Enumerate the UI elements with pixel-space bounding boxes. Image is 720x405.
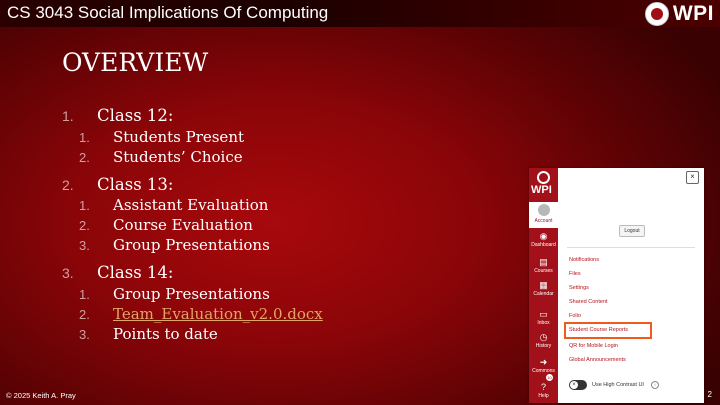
nav-history[interactable]: ◷ History bbox=[529, 332, 558, 350]
subitem-label: Students’ Choice bbox=[113, 148, 243, 166]
canvas-account-screenshot: WPI Account ◉ Dashboard ▤ Courses ▦ Cale… bbox=[529, 168, 704, 403]
subitem-number: 1. bbox=[79, 287, 90, 302]
subitem-number: 2. bbox=[79, 150, 90, 165]
nav-dashboard-label: Dashboard bbox=[531, 242, 556, 248]
subitem-number: 1. bbox=[79, 198, 90, 213]
seal-icon bbox=[644, 1, 669, 26]
menu-settings[interactable]: Settings bbox=[569, 285, 589, 291]
outline-number: 3. bbox=[62, 265, 74, 281]
nav-courses-label: Courses bbox=[534, 268, 553, 274]
nav-help[interactable]: ? Help bbox=[529, 382, 558, 400]
nav-account-label: Account bbox=[534, 218, 553, 224]
nav-calendar[interactable]: ▦ Calendar bbox=[529, 280, 558, 298]
calendar-icon: ▦ bbox=[539, 280, 548, 290]
help-badge: 10 bbox=[546, 374, 553, 381]
logout-button[interactable]: Logout bbox=[619, 225, 645, 237]
nav-inbox-label: Inbox bbox=[537, 320, 550, 326]
team-evaluation-link[interactable]: Team_Evaluation_v2.0.docx bbox=[113, 305, 323, 323]
menu-global-announcements[interactable]: Global Announcements bbox=[569, 357, 626, 363]
outline-label: Class 13: bbox=[97, 175, 174, 194]
header-bar: CS 3043 Social Implications Of Computing… bbox=[0, 0, 720, 27]
courses-icon: ▤ bbox=[539, 257, 548, 267]
menu-notifications[interactable]: Notifications bbox=[569, 257, 599, 263]
nav-calendar-label: Calendar bbox=[533, 291, 554, 297]
divider bbox=[567, 247, 695, 248]
seal-icon bbox=[537, 171, 550, 184]
outline-number: 2. bbox=[62, 177, 74, 193]
nav-account[interactable]: Account bbox=[529, 202, 558, 228]
inbox-icon: ▭ bbox=[539, 309, 548, 319]
outline-label: Class 12: bbox=[97, 106, 174, 125]
slide-title: OVERVIEW bbox=[62, 48, 209, 77]
highlight-box bbox=[564, 322, 652, 339]
subitem-label: Group Presentations bbox=[113, 236, 270, 254]
menu-files[interactable]: Files bbox=[569, 271, 581, 277]
menu-qr-mobile-login[interactable]: QR for Mobile Login bbox=[569, 343, 618, 349]
toggle-off-icon: × bbox=[570, 381, 578, 389]
dashboard-icon: ◉ bbox=[539, 231, 548, 241]
menu-shared-content[interactable]: Shared Content bbox=[569, 299, 608, 305]
page-number: 2 bbox=[707, 390, 712, 399]
nav-courses[interactable]: ▤ Courses bbox=[529, 257, 558, 275]
outline-number: 1. bbox=[62, 108, 74, 124]
avatar bbox=[537, 204, 550, 216]
canvas-global-nav: WPI Account ◉ Dashboard ▤ Courses ▦ Cale… bbox=[529, 168, 558, 403]
menu-folio[interactable]: Folio bbox=[569, 313, 581, 319]
subitem-number: 1. bbox=[79, 130, 90, 145]
subitem-label: Course Evaluation bbox=[113, 216, 253, 234]
subitem-label: Group Presentations bbox=[113, 285, 270, 303]
commons-icon: ➜ bbox=[539, 357, 548, 367]
course-title: CS 3043 Social Implications Of Computing bbox=[7, 3, 329, 22]
logo-text: WPI bbox=[672, 1, 714, 25]
nav-inbox[interactable]: ▭ Inbox bbox=[529, 309, 558, 327]
nav-history-label: History bbox=[535, 343, 552, 349]
close-button[interactable]: × bbox=[686, 171, 699, 184]
nav-commons[interactable]: ➜ Commons bbox=[529, 357, 558, 375]
copyright-text: © 2025 Keith A. Pray bbox=[6, 391, 76, 400]
nav-help-label: Help bbox=[538, 393, 549, 399]
history-icon: ◷ bbox=[539, 332, 548, 342]
subitem-number: 3. bbox=[79, 327, 90, 342]
wpi-logo: WPI bbox=[644, 1, 714, 26]
canvas-logo-text: WPI bbox=[531, 184, 552, 196]
subitem-label: Assistant Evaluation bbox=[113, 196, 269, 214]
high-contrast-label: Use High Contrast UI bbox=[592, 382, 644, 388]
help-icon: ? bbox=[540, 382, 546, 392]
nav-commons-label: Commons bbox=[532, 368, 555, 374]
subitem-number: 3. bbox=[79, 238, 90, 253]
subitem-number: 2. bbox=[79, 218, 90, 233]
high-contrast-toggle[interactable]: × bbox=[569, 380, 587, 390]
subitem-label: Points to date bbox=[113, 325, 218, 343]
subitem-number: 2. bbox=[79, 307, 90, 322]
nav-dashboard[interactable]: ◉ Dashboard bbox=[529, 231, 558, 249]
subitem-label: Students Present bbox=[113, 128, 245, 146]
info-icon[interactable]: i bbox=[651, 381, 659, 389]
outline-label: Class 14: bbox=[97, 263, 174, 282]
